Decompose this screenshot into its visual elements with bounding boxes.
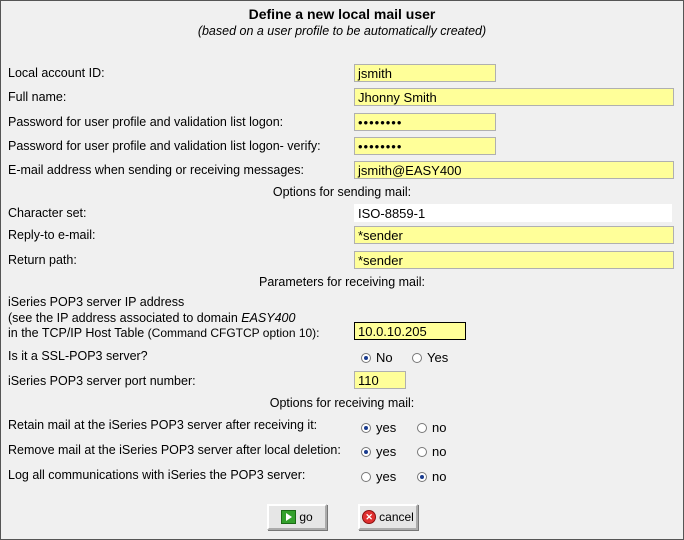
full-name-label: Full name:: [8, 90, 67, 104]
account-id-input[interactable]: jsmith: [354, 64, 496, 82]
page-subtitle: (based on a user profile to be automatic…: [197, 24, 487, 38]
sending-section-title: Options for sending mail:: [272, 185, 412, 199]
pop3-ip-input[interactable]: 10.0.10.205: [354, 322, 466, 340]
receiving-options-section-title: Options for receiving mail:: [269, 396, 415, 410]
return-path-label: Return path:: [8, 253, 77, 267]
ssl-label: Is it a SSL-POP3 server?: [8, 349, 148, 363]
password-verify-label: Password for user profile and validation…: [8, 139, 321, 153]
retain-yes-radio[interactable]: yes: [361, 420, 396, 435]
radio-selected-icon: [361, 352, 371, 363]
pop3-ip-label-line2: (see the IP address associated to domain…: [8, 311, 295, 325]
go-arrow-icon: [281, 510, 297, 524]
return-path-input[interactable]: *sender: [354, 251, 674, 269]
retain-no-radio[interactable]: no: [417, 420, 446, 435]
pop3-ip-label-line3-text: in the TCP/IP Host Table: [8, 326, 148, 340]
go-button-label: go: [299, 510, 313, 524]
password-verify-input[interactable]: ••••••••: [354, 137, 496, 155]
receiving-params-section-title: Parameters for receiving mail:: [258, 275, 426, 289]
pop3-ip-label-line1: iSeries POP3 server IP address: [8, 295, 185, 309]
radio-empty-icon: [417, 446, 427, 457]
radio-empty-icon: [417, 422, 427, 433]
radio-empty-icon: [412, 352, 422, 363]
charset-label: Character set:: [8, 206, 87, 220]
cancel-button[interactable]: ✕ cancel: [358, 504, 418, 530]
password-input[interactable]: ••••••••: [354, 113, 496, 131]
port-label: iSeries POP3 server port number:: [8, 374, 196, 388]
remove-yes-radio[interactable]: yes: [361, 444, 396, 459]
retain-yes-label: yes: [376, 420, 397, 435]
page-title: Define a new local mail user: [248, 6, 436, 22]
form-panel: [0, 0, 684, 540]
retain-no-label: no: [432, 420, 447, 435]
ssl-no-radio[interactable]: No: [361, 350, 393, 365]
email-input[interactable]: jsmith@EASY400: [354, 161, 674, 179]
log-no-radio[interactable]: no: [417, 469, 446, 484]
full-name-input[interactable]: Jhonny Smith: [354, 88, 674, 106]
ssl-yes-radio[interactable]: Yes: [412, 350, 448, 365]
cancel-x-icon: ✕: [362, 510, 377, 524]
password-label: Password for user profile and validation…: [8, 115, 284, 129]
remove-label: Remove mail at the iSeries POP3 server a…: [8, 443, 341, 457]
email-label: E-mail address when sending or receiving…: [8, 163, 304, 177]
pop3-ip-command: (Command CFGTCP option 10):: [147, 326, 320, 340]
remove-no-label: no: [432, 444, 447, 459]
remove-yes-label: yes: [376, 444, 397, 459]
pop3-ip-label-line3: in the TCP/IP Host Table (Command CFGTCP…: [8, 326, 320, 340]
reply-to-input[interactable]: *sender: [354, 226, 674, 244]
pop3-ip-domain: EASY400: [241, 311, 296, 325]
cancel-button-label: cancel: [379, 510, 414, 524]
log-yes-radio[interactable]: yes: [361, 469, 396, 484]
port-input[interactable]: 110: [354, 371, 406, 389]
radio-empty-icon: [361, 471, 371, 482]
log-label: Log all communications with iSeries the …: [8, 468, 306, 482]
ssl-no-label: No: [376, 350, 393, 365]
log-yes-label: yes: [376, 469, 397, 484]
charset-input[interactable]: ISO-8859-1: [354, 204, 672, 222]
log-no-label: no: [432, 469, 447, 484]
reply-to-label: Reply-to e-mail:: [8, 228, 96, 242]
radio-selected-icon: [361, 422, 371, 433]
radio-selected-icon: [417, 471, 427, 482]
radio-selected-icon: [361, 446, 371, 457]
retain-label: Retain mail at the iSeries POP3 server a…: [8, 418, 318, 432]
ssl-yes-label: Yes: [427, 350, 449, 365]
go-button[interactable]: go: [267, 504, 327, 530]
pop3-ip-label-line2-text: (see the IP address associated to domain: [8, 311, 242, 325]
account-id-label: Local account ID:: [8, 66, 105, 80]
remove-no-radio[interactable]: no: [417, 444, 446, 459]
